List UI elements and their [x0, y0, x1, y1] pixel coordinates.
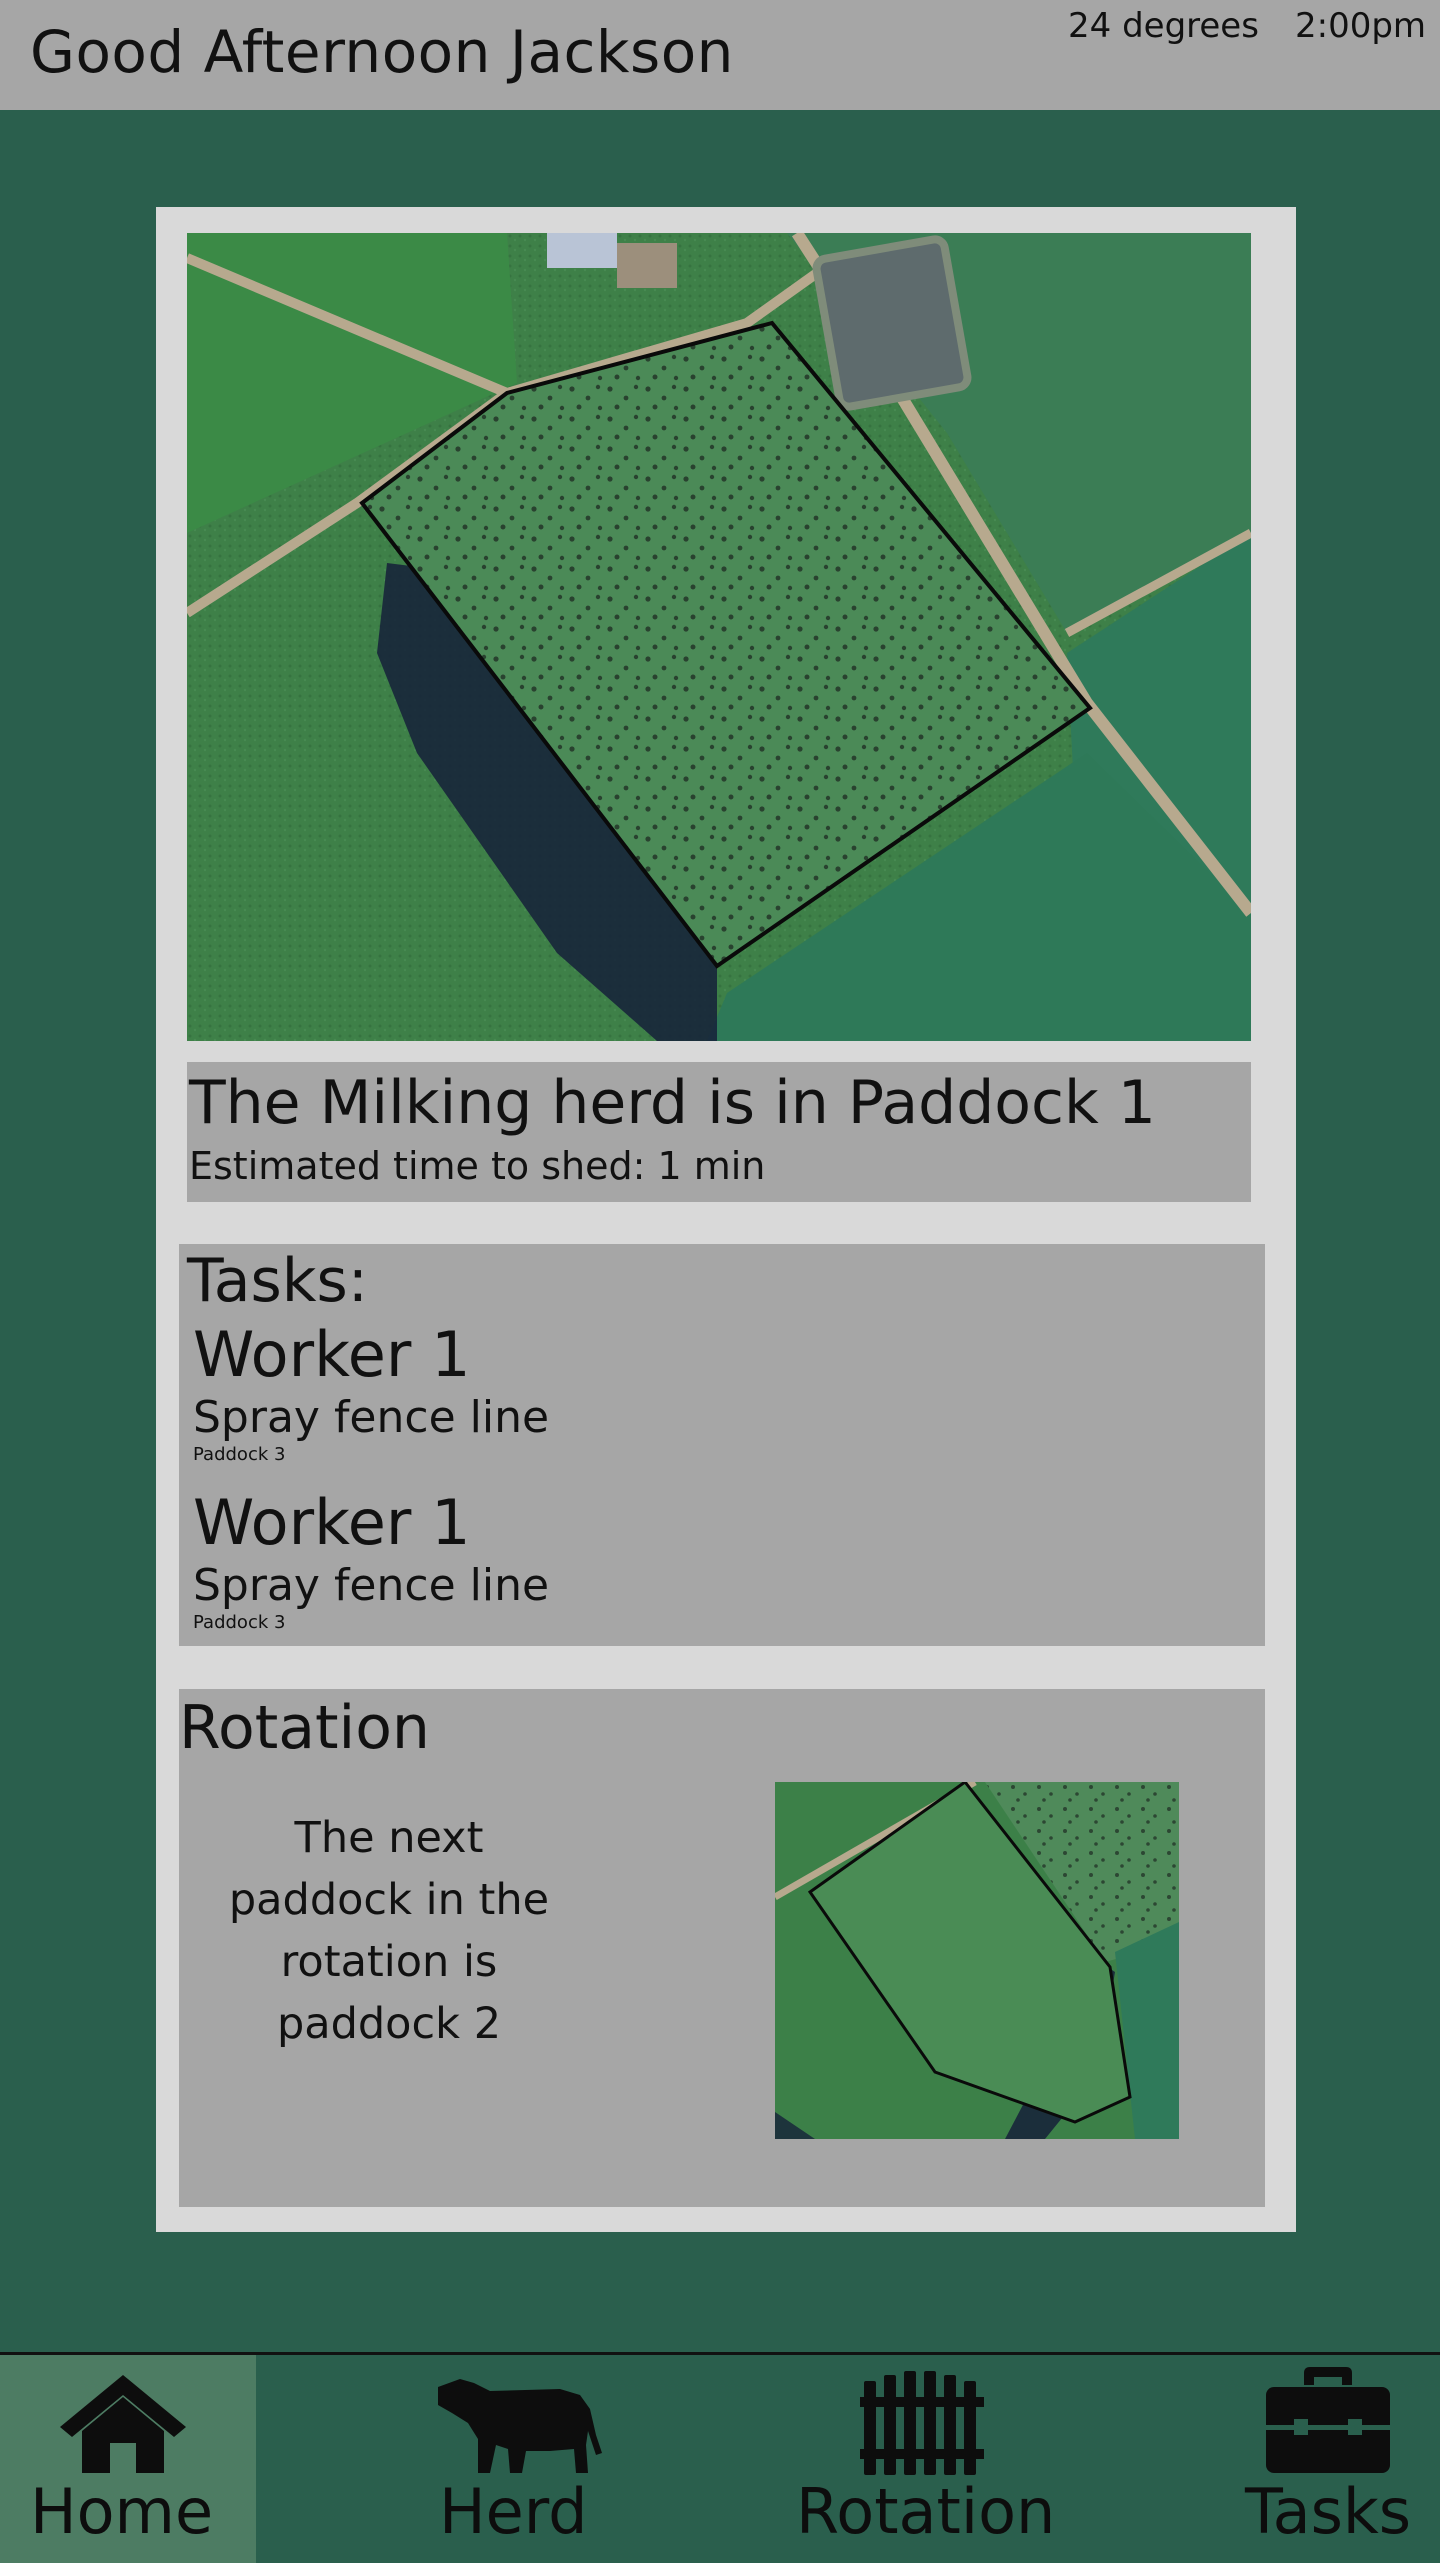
nav-rotation[interactable]: Rotation	[790, 2355, 1070, 2563]
temperature-text: 24 degrees	[1068, 6, 1259, 46]
task-worker: Worker 1	[193, 1318, 471, 1391]
header-bar: Good Afternoon Jackson 24 degrees 2:00pm	[0, 0, 1440, 110]
greeting-text: Good Afternoon Jackson	[30, 18, 734, 86]
cow-icon	[438, 2379, 602, 2473]
next-paddock-text: The next paddock in the rotation is padd…	[228, 1813, 550, 2049]
task-item[interactable]: Worker 1 Spray fence line Paddock 3	[193, 1486, 893, 1646]
dashboard-card: The Milking herd is in Paddock 1 Estimat…	[156, 207, 1296, 2232]
nav-herd-label: Herd	[439, 2475, 588, 2548]
nav-tasks-label: Tasks	[1245, 2475, 1412, 2548]
fence-icon	[860, 2371, 984, 2475]
herd-location-text: The Milking herd is in Paddock 1	[189, 1068, 1156, 1138]
rotation-panel[interactable]: Rotation The next paddock in the rotatio…	[179, 1689, 1265, 2207]
task-location: Paddock 3	[193, 1444, 286, 1465]
time-text: 2:00pm	[1295, 6, 1427, 46]
task-location: Paddock 3	[193, 1612, 286, 1633]
bottom-nav: Home Herd Rotation Tasks	[0, 2352, 1440, 2563]
paddock-1-satellite-map[interactable]	[187, 233, 1251, 1041]
task-worker: Worker 1	[193, 1486, 471, 1559]
tasks-panel[interactable]: Tasks: Worker 1 Spray fence line Paddock…	[179, 1244, 1265, 1646]
tasks-heading: Tasks:	[187, 1246, 368, 1316]
nav-rotation-label: Rotation	[796, 2475, 1056, 2548]
nav-tasks[interactable]: Tasks	[1230, 2355, 1440, 2563]
nav-home[interactable]: Home	[0, 2355, 256, 2563]
nav-herd[interactable]: Herd	[400, 2355, 640, 2563]
task-item[interactable]: Worker 1 Spray fence line Paddock 3	[193, 1318, 893, 1478]
home-icon	[60, 2375, 186, 2473]
nav-home-label: Home	[30, 2475, 214, 2548]
task-description: Spray fence line	[193, 1560, 550, 1611]
rotation-heading: Rotation	[179, 1693, 430, 1763]
paddock-2-satellite-map[interactable]	[775, 1782, 1179, 2139]
task-description: Spray fence line	[193, 1392, 550, 1443]
briefcase-icon	[1266, 2367, 1390, 2473]
shed-eta-text: Estimated time to shed: 1 min	[189, 1144, 766, 1188]
herd-status-panel: The Milking herd is in Paddock 1 Estimat…	[187, 1062, 1251, 1202]
